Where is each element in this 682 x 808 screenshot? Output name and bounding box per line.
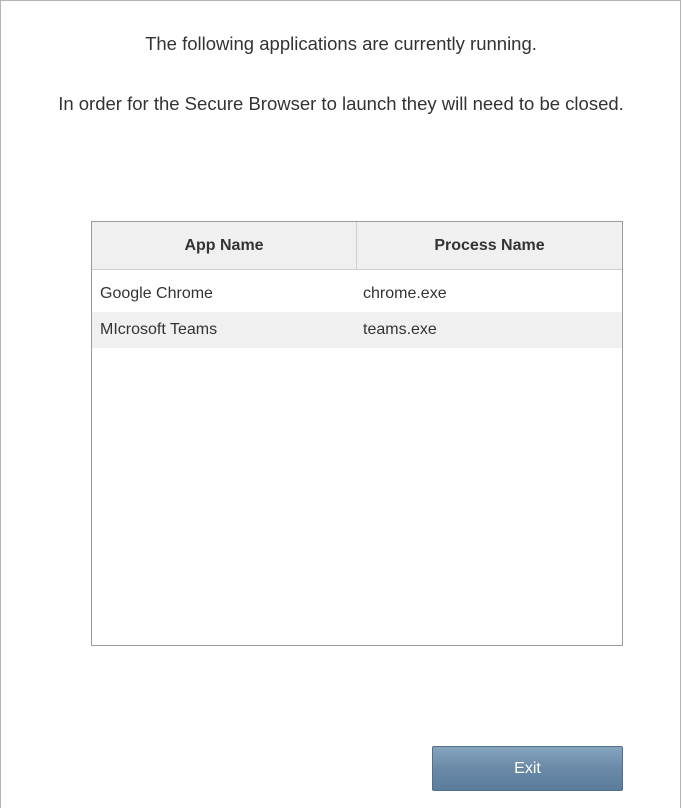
column-header-process-name[interactable]: Process Name — [357, 222, 622, 269]
close-apps-instruction: In order for the Secure Browser to launc… — [58, 93, 624, 114]
table-header: App Name Process Name — [92, 222, 622, 270]
app-name-cell: MIcrosoft Teams — [100, 321, 218, 338]
running-apps-message: The following applications are currently… — [145, 33, 537, 54]
column-header-app-name[interactable]: App Name — [92, 222, 357, 269]
running-apps-dialog: The following applications are currently… — [0, 0, 681, 808]
exit-button[interactable]: Exit — [432, 746, 623, 791]
process-name-cell: teams.exe — [363, 321, 437, 338]
table-row[interactable]: MIcrosoft Teams teams.exe — [92, 312, 622, 348]
app-name-cell: Google Chrome — [100, 285, 213, 302]
process-name-cell: chrome.exe — [363, 285, 447, 302]
running-apps-table: App Name Process Name Google Chrome chro… — [91, 221, 623, 646]
table-row[interactable]: Google Chrome chrome.exe — [92, 276, 622, 312]
